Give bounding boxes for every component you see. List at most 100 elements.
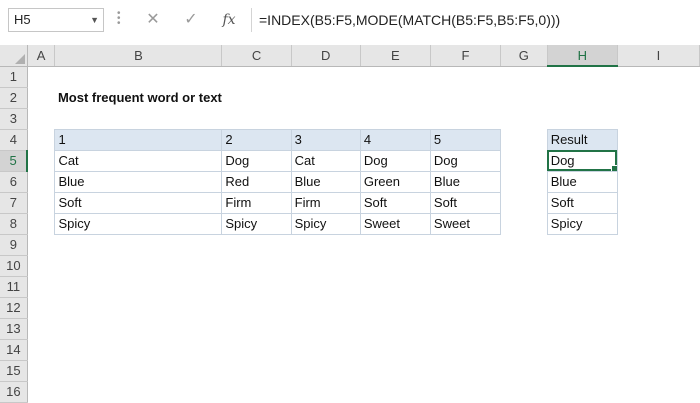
cell-h12[interactable] bbox=[547, 297, 617, 318]
cell-a12[interactable] bbox=[27, 297, 55, 318]
row-header-8[interactable]: 8 bbox=[0, 213, 28, 235]
cell-h14[interactable] bbox=[547, 339, 617, 360]
cell-b16[interactable] bbox=[55, 381, 222, 402]
cell-e1[interactable] bbox=[360, 66, 430, 87]
cell-e3[interactable] bbox=[360, 108, 430, 129]
name-box[interactable]: H5 ▼ bbox=[8, 8, 104, 32]
cell-f5[interactable]: Dog bbox=[429, 149, 501, 172]
cell-c5[interactable]: Dog bbox=[221, 149, 292, 172]
cell-d7[interactable]: Firm bbox=[290, 191, 361, 214]
cell-h3[interactable] bbox=[547, 108, 617, 129]
cell-d4[interactable]: 3 bbox=[290, 128, 361, 151]
cell-i6[interactable] bbox=[617, 171, 699, 192]
cell-c7[interactable]: Firm bbox=[221, 191, 292, 214]
cell-g7[interactable] bbox=[500, 192, 547, 213]
cell-h5[interactable]: Dog bbox=[546, 149, 618, 172]
cell-f8[interactable]: Sweet bbox=[429, 212, 501, 235]
drag-handle-icon[interactable]: • • • bbox=[117, 9, 121, 29]
cell-g8[interactable] bbox=[500, 213, 547, 234]
cell-a5[interactable] bbox=[27, 150, 55, 171]
cell-g3[interactable] bbox=[500, 108, 547, 129]
cell-a6[interactable] bbox=[27, 171, 55, 192]
cell-i13[interactable] bbox=[617, 318, 699, 339]
cell-e5[interactable]: Dog bbox=[359, 149, 431, 172]
cell-g6[interactable] bbox=[500, 171, 547, 192]
cell-i14[interactable] bbox=[617, 339, 699, 360]
row-header-10[interactable]: 10 bbox=[0, 255, 28, 277]
cell-c2[interactable] bbox=[222, 87, 291, 108]
cell-g12[interactable] bbox=[500, 297, 547, 318]
cell-g4[interactable] bbox=[500, 129, 547, 150]
cell-e4[interactable]: 4 bbox=[359, 128, 431, 151]
cell-e11[interactable] bbox=[360, 276, 430, 297]
cell-f3[interactable] bbox=[430, 108, 500, 129]
cell-g1[interactable] bbox=[500, 66, 547, 87]
cell-i4[interactable] bbox=[617, 129, 699, 150]
cell-i16[interactable] bbox=[617, 381, 699, 402]
cell-f10[interactable] bbox=[430, 255, 500, 276]
cell-b3[interactable] bbox=[55, 108, 222, 129]
cell-a9[interactable] bbox=[27, 234, 55, 255]
cell-g16[interactable] bbox=[500, 381, 547, 402]
cell-d5[interactable]: Cat bbox=[290, 149, 361, 172]
cell-h7[interactable]: Soft bbox=[546, 191, 618, 214]
row-header-12[interactable]: 12 bbox=[0, 297, 28, 319]
cell-c16[interactable] bbox=[222, 381, 291, 402]
cell-b13[interactable] bbox=[55, 318, 222, 339]
cell-c12[interactable] bbox=[222, 297, 291, 318]
cell-c1[interactable] bbox=[222, 66, 291, 87]
cell-h15[interactable] bbox=[547, 360, 617, 381]
cell-e10[interactable] bbox=[360, 255, 430, 276]
cell-b2[interactable]: Most frequent word or text bbox=[55, 87, 222, 108]
row-header-14[interactable]: 14 bbox=[0, 339, 28, 361]
cell-f13[interactable] bbox=[430, 318, 500, 339]
cell-f15[interactable] bbox=[430, 360, 500, 381]
cell-c4[interactable]: 2 bbox=[221, 128, 292, 151]
select-all-corner[interactable] bbox=[0, 45, 28, 67]
cell-i10[interactable] bbox=[617, 255, 699, 276]
cell-i1[interactable] bbox=[617, 66, 699, 87]
cell-g11[interactable] bbox=[500, 276, 547, 297]
cell-e8[interactable]: Sweet bbox=[359, 212, 431, 235]
cell-d16[interactable] bbox=[291, 381, 360, 402]
cell-b11[interactable] bbox=[55, 276, 222, 297]
row-header-9[interactable]: 9 bbox=[0, 234, 28, 256]
column-header-i[interactable]: I bbox=[617, 45, 700, 67]
cell-b12[interactable] bbox=[55, 297, 222, 318]
cell-h1[interactable] bbox=[547, 66, 617, 87]
row-header-1[interactable]: 1 bbox=[0, 66, 28, 88]
row-header-11[interactable]: 11 bbox=[0, 276, 28, 298]
cell-d13[interactable] bbox=[291, 318, 360, 339]
cell-e13[interactable] bbox=[360, 318, 430, 339]
cell-d6[interactable]: Blue bbox=[290, 170, 361, 193]
cell-a11[interactable] bbox=[27, 276, 55, 297]
cell-a4[interactable] bbox=[27, 129, 55, 150]
row-header-15[interactable]: 15 bbox=[0, 360, 28, 382]
enter-button[interactable]: ✓ bbox=[178, 8, 204, 32]
cell-d15[interactable] bbox=[291, 360, 360, 381]
cell-c11[interactable] bbox=[222, 276, 291, 297]
cell-b4[interactable]: 1 bbox=[54, 128, 223, 151]
cell-g2[interactable] bbox=[500, 87, 547, 108]
cell-i11[interactable] bbox=[617, 276, 699, 297]
cell-b7[interactable]: Soft bbox=[54, 191, 223, 214]
cell-h9[interactable] bbox=[547, 234, 617, 255]
cell-a8[interactable] bbox=[27, 213, 55, 234]
insert-function-button[interactable]: fx bbox=[216, 8, 242, 32]
row-header-3[interactable]: 3 bbox=[0, 108, 28, 130]
cell-h10[interactable] bbox=[547, 255, 617, 276]
cell-c14[interactable] bbox=[222, 339, 291, 360]
row-header-4[interactable]: 4 bbox=[0, 129, 28, 151]
cell-i9[interactable] bbox=[617, 234, 699, 255]
fill-handle[interactable] bbox=[610, 164, 617, 170]
cell-g15[interactable] bbox=[500, 360, 547, 381]
cell-f6[interactable]: Blue bbox=[429, 170, 501, 193]
cell-c13[interactable] bbox=[222, 318, 291, 339]
cell-g5[interactable] bbox=[500, 150, 547, 171]
cell-h8[interactable]: Spicy bbox=[546, 212, 618, 235]
cell-d8[interactable]: Spicy bbox=[290, 212, 361, 235]
row-header-5[interactable]: 5 bbox=[0, 150, 29, 172]
cell-i15[interactable] bbox=[617, 360, 699, 381]
cell-g13[interactable] bbox=[500, 318, 547, 339]
cell-b6[interactable]: Blue bbox=[54, 170, 223, 193]
